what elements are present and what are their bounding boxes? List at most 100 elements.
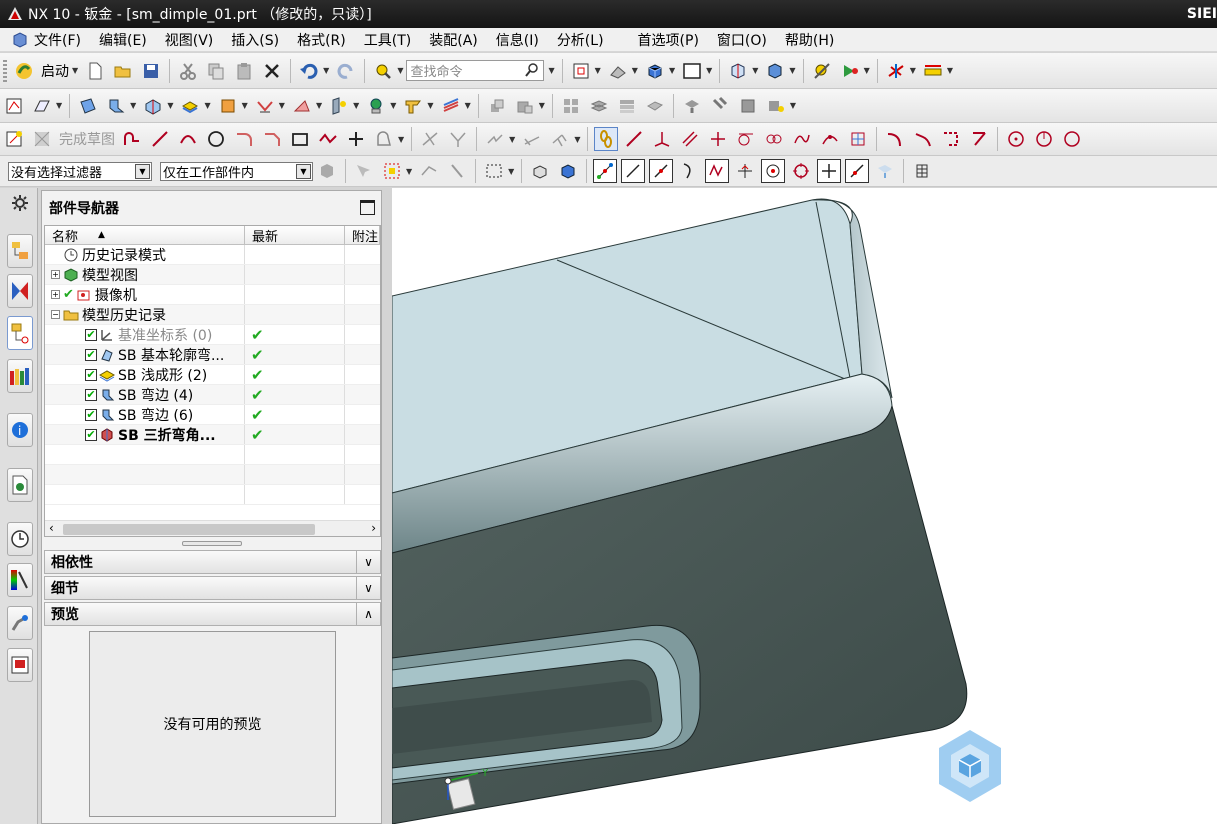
feature-checkbox[interactable]: ✔ (85, 388, 97, 401)
sync-dropdown-icon[interactable]: ▼ (790, 101, 796, 110)
rect-select-dropdown-icon[interactable]: ▼ (508, 167, 514, 176)
constraint-icon[interactable] (483, 127, 507, 151)
command-finder-icon[interactable] (371, 59, 395, 83)
render-dropdown-icon[interactable]: ▼ (669, 66, 675, 75)
sk-convert-icon[interactable] (883, 127, 907, 151)
expand-icon[interactable]: + (51, 290, 60, 299)
selection-filter-select[interactable]: 没有选择过滤器 ▼ (8, 161, 152, 181)
sk-fillet-icon[interactable] (911, 127, 935, 151)
scrollbar-thumb[interactable] (63, 524, 315, 535)
undo-icon[interactable] (297, 59, 321, 83)
curve-dropdown-icon[interactable]: ▼ (398, 135, 404, 144)
contour-dropdown-icon[interactable]: ▼ (167, 101, 173, 110)
column-name-header[interactable]: 名称 ▲ (45, 226, 245, 245)
menu-file[interactable]: 文件(F) (34, 30, 81, 50)
polygon-icon[interactable] (316, 127, 340, 151)
tab-icon[interactable] (76, 94, 100, 118)
background-dropdown-icon[interactable]: ▼ (706, 66, 712, 75)
copy-icon[interactable] (204, 59, 228, 83)
dimple-dropdown-icon[interactable]: ▼ (204, 101, 210, 110)
chevron-down-icon[interactable]: ▼ (135, 163, 150, 179)
chevron-down-icon[interactable]: ∨ (356, 551, 380, 573)
scroll-right-icon[interactable]: › (371, 521, 376, 535)
web-browser-tab[interactable] (7, 468, 33, 502)
clip-section-icon[interactable] (763, 59, 787, 83)
sk-grid-icon[interactable] (846, 127, 870, 151)
select-box-dropdown-icon[interactable]: ▼ (406, 167, 412, 176)
wcs-dropdown-icon[interactable]: ▼ (910, 66, 916, 75)
circle-icon[interactable] (204, 127, 228, 151)
solid-select-icon[interactable] (556, 159, 580, 183)
corner-dropdown-icon[interactable]: ▼ (353, 101, 359, 110)
tree-row-feature[interactable]: ✔ SB 浅成形 (2) ✔ (45, 365, 380, 385)
roles-tab[interactable] (7, 648, 33, 682)
maximize-icon[interactable] (360, 200, 375, 215)
fit-view-icon[interactable] (569, 59, 593, 83)
snap-face-icon[interactable] (873, 159, 897, 183)
corner-icon[interactable] (327, 94, 351, 118)
hammer-icon[interactable] (708, 94, 732, 118)
feature-table-icon[interactable] (439, 94, 463, 118)
tree-row-model-views[interactable]: + 模型视图 (45, 265, 380, 285)
chevron-down-icon[interactable]: ∨ (356, 577, 380, 599)
dimple-icon[interactable] (178, 94, 202, 118)
command-finder-dropdown-icon[interactable]: ▼ (397, 66, 403, 75)
menu-edit[interactable]: 编辑(E) (99, 30, 147, 50)
scroll-left-icon[interactable]: ‹ (49, 521, 54, 535)
dimension-dropdown-icon[interactable]: ▼ (574, 135, 580, 144)
snap-icon[interactable] (810, 59, 834, 83)
flat-pattern-icon[interactable] (401, 94, 425, 118)
menu-tools[interactable]: 工具(T) (364, 30, 411, 50)
delete-icon[interactable] (260, 59, 284, 83)
menu-window[interactable]: 窗口(O) (717, 30, 767, 50)
sk-axes-icon[interactable] (650, 127, 674, 151)
snap-arc-icon[interactable] (677, 159, 701, 183)
collapse-icon[interactable]: − (51, 310, 60, 319)
redo-icon[interactable] (334, 59, 358, 83)
replace-face-icon[interactable] (736, 94, 760, 118)
brick-icon[interactable] (643, 94, 667, 118)
column-notes-header[interactable]: 附注 (345, 226, 380, 245)
face-rule-icon[interactable] (445, 159, 469, 183)
new-file-icon[interactable] (83, 59, 107, 83)
move-face-icon[interactable] (680, 94, 704, 118)
sketch-task-icon[interactable] (2, 127, 26, 151)
play-icon[interactable] (838, 59, 862, 83)
layer-icon[interactable] (587, 94, 611, 118)
view-cube-icon[interactable] (939, 730, 1001, 802)
process-studio-tab[interactable] (7, 606, 33, 640)
punch-dropdown-icon[interactable]: ▼ (390, 101, 396, 110)
sk-parallel-icon[interactable] (678, 127, 702, 151)
sk-circle-3pt-icon[interactable] (1032, 127, 1056, 151)
assembly-dropdown-icon[interactable]: ▼ (539, 101, 545, 110)
profile-icon[interactable] (120, 127, 144, 151)
feature-checkbox[interactable]: ✔ (85, 368, 97, 381)
punch-icon[interactable] (364, 94, 388, 118)
flange-icon[interactable] (104, 94, 128, 118)
sync-model-icon[interactable] (764, 94, 788, 118)
snap-center-icon[interactable] (761, 159, 786, 183)
chevron-down-icon[interactable]: ▼ (296, 163, 311, 179)
curve-rule-icon[interactable] (417, 159, 441, 183)
feature-checkbox[interactable]: ✔ (85, 408, 97, 421)
section-view-icon[interactable] (726, 59, 750, 83)
menu-help[interactable]: 帮助(H) (785, 30, 834, 50)
feature-checkbox[interactable]: ✔ (85, 348, 97, 361)
snap-endpoint-icon[interactable] (593, 159, 618, 183)
snap-line-icon[interactable] (621, 159, 646, 183)
offset-curve-icon[interactable] (372, 127, 396, 151)
open-folder-icon[interactable] (111, 59, 135, 83)
sk-corner-icon[interactable] (939, 127, 963, 151)
constraint-dropdown-icon[interactable]: ▼ (509, 135, 515, 144)
rebend-dropdown-icon[interactable]: ▼ (316, 101, 322, 110)
dimension-icon[interactable] (520, 127, 544, 151)
tree-row-model-history[interactable]: − 模型历史记录 (45, 305, 380, 325)
constraint-navigator-tab[interactable] (7, 274, 33, 308)
finish-sketch-label[interactable]: 完成草图 (59, 129, 115, 149)
assembly-add-icon[interactable] (513, 94, 537, 118)
save-icon[interactable] (139, 59, 163, 83)
sk-line-icon[interactable] (622, 127, 646, 151)
paste-icon[interactable] (232, 59, 256, 83)
snap-point-icon[interactable] (817, 159, 842, 183)
rectangle-icon[interactable] (288, 127, 312, 151)
